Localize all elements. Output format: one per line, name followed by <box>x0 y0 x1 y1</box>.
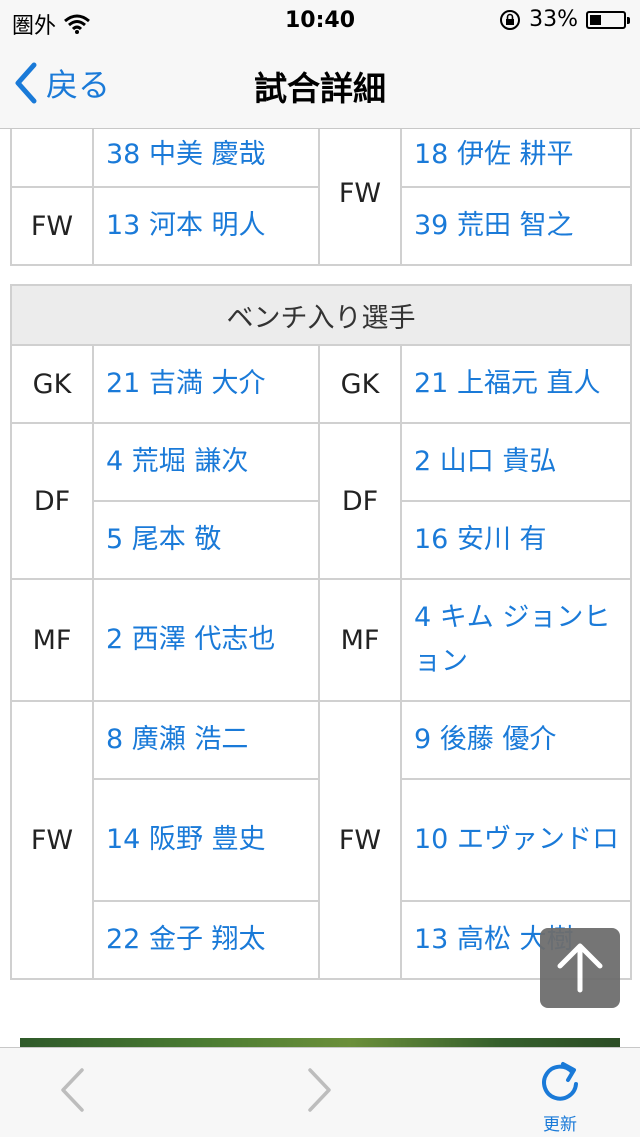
rotation-lock-icon <box>500 9 521 30</box>
browser-back-button[interactable] <box>58 1066 86 1118</box>
player-link[interactable]: 39 荒田 智之 <box>400 186 632 266</box>
position-cell: DF <box>10 422 94 580</box>
position-cell: MF <box>10 578 94 702</box>
chevron-right-icon <box>308 1068 331 1112</box>
table-row: GK 21 吉満 大介 GK 21 上福元 直人 <box>10 344 632 424</box>
player-link[interactable]: 22 金子 翔太 <box>92 900 320 980</box>
battery-level <box>590 14 601 25</box>
browser-forward-button[interactable] <box>306 1066 334 1118</box>
position-cell: GK <box>318 344 402 424</box>
table-row: FW 8 廣瀬 浩二 FW 9 後藤 優介 <box>10 700 632 980</box>
bench-players-table: ベンチ入り選手 GK 21 吉満 大介 GK 21 上福元 直人 DF 4 荒堀… <box>10 284 632 980</box>
player-link[interactable]: 5 尾本 敬 <box>92 500 320 580</box>
position-cell: FW <box>318 129 402 266</box>
position-cell: FW <box>10 700 94 980</box>
arrow-up-icon <box>557 943 603 993</box>
table-row: MF 2 西澤 代志也 MF 4 キム ジョンヒョン <box>10 578 632 702</box>
refresh-icon <box>542 1062 578 1101</box>
table-row: 38 中美 慶哉 FW 18 伊佐 耕平 <box>10 129 632 266</box>
scroll-to-top-button[interactable] <box>540 928 620 1008</box>
position-cell <box>10 129 94 188</box>
page-title: 試合詳細 <box>254 69 386 108</box>
player-link[interactable]: 16 安川 有 <box>400 500 632 580</box>
player-link[interactable]: 9 後藤 優介 <box>400 700 632 780</box>
player-link[interactable]: 38 中美 慶哉 <box>92 129 320 188</box>
player-link[interactable]: 21 上福元 直人 <box>400 344 632 424</box>
position-cell: DF <box>318 422 402 580</box>
player-link[interactable]: 10 エヴァンドロ <box>400 778 632 902</box>
player-link[interactable]: 8 廣瀬 浩二 <box>92 700 320 780</box>
refresh-label: 更新 <box>543 1115 577 1135</box>
status-bar: 圏外 10:40 33% <box>0 0 640 40</box>
player-link[interactable]: 4 荒堀 謙次 <box>92 422 320 502</box>
battery-percent: 33% <box>529 7 578 32</box>
player-link[interactable]: 13 河本 明人 <box>92 186 320 266</box>
starting-lineup-table: 38 中美 慶哉 FW 18 伊佐 耕平 FW 13 河本 明人 39 荒田 智… <box>10 129 632 266</box>
position-cell: FW <box>10 186 94 266</box>
player-link[interactable]: 18 伊佐 耕平 <box>400 129 632 188</box>
match-detail-content[interactable]: 38 中美 慶哉 FW 18 伊佐 耕平 FW 13 河本 明人 39 荒田 智… <box>0 129 640 1047</box>
bench-header: ベンチ入り選手 <box>10 284 632 346</box>
position-cell: FW <box>318 700 402 980</box>
player-link[interactable]: 14 阪野 豊史 <box>92 778 320 902</box>
position-cell: MF <box>318 578 402 702</box>
table-header-row: ベンチ入り選手 <box>10 284 632 346</box>
player-link[interactable]: 21 吉満 大介 <box>92 344 320 424</box>
bottom-toolbar: 更新 <box>0 1047 640 1137</box>
player-link[interactable]: 2 山口 貴弘 <box>400 422 632 502</box>
player-link[interactable]: 4 キム ジョンヒョン <box>400 578 632 702</box>
refresh-button[interactable]: 更新 <box>520 1058 600 1135</box>
navigation-bar: 戻る 試合詳細 <box>0 40 640 129</box>
position-cell: GK <box>10 344 94 424</box>
status-right: 33% <box>499 7 630 32</box>
table-row: DF 4 荒堀 謙次 DF 2 山口 貴弘 <box>10 422 632 580</box>
player-link[interactable]: 2 西澤 代志也 <box>92 578 320 702</box>
chevron-left-icon <box>61 1068 84 1112</box>
battery-icon <box>586 10 630 29</box>
